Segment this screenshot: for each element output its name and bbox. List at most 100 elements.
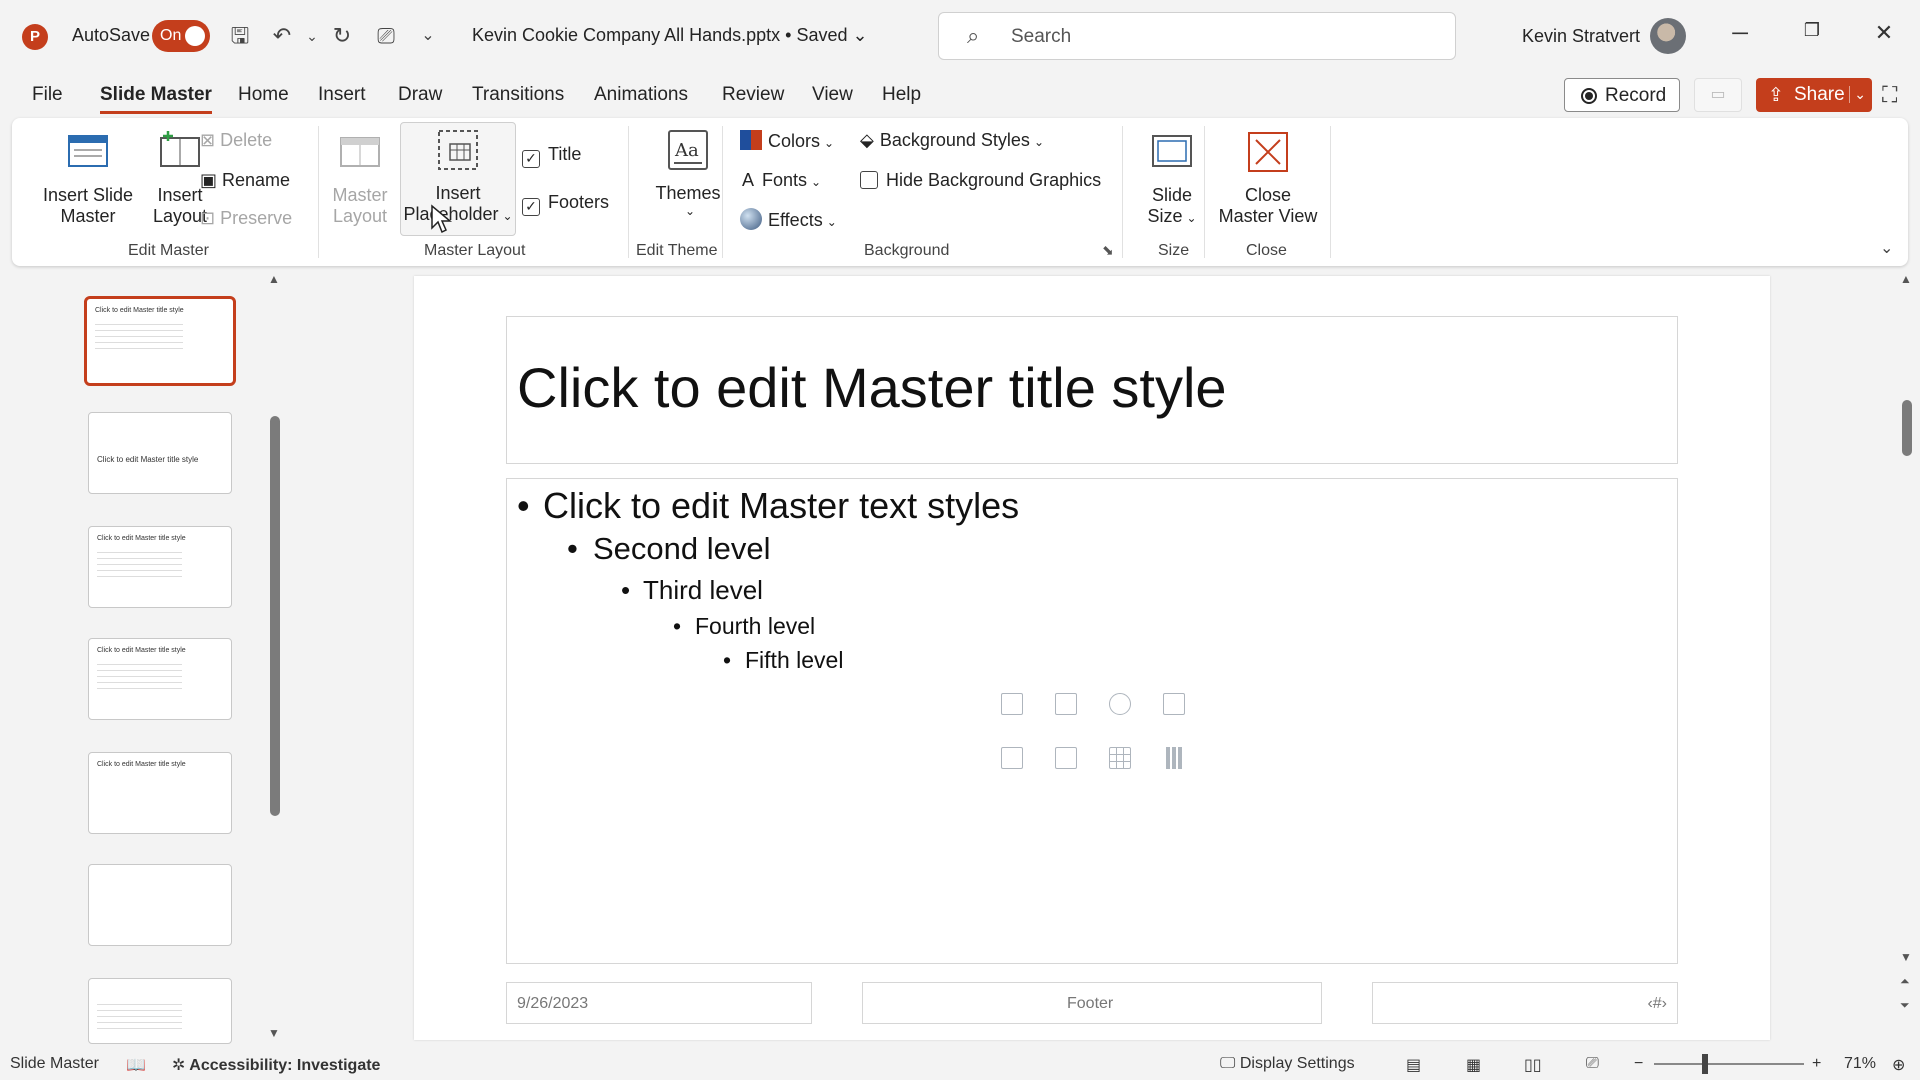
title-placeholder[interactable]: Click to edit Master title style xyxy=(506,316,1678,464)
slide-size-button[interactable]: Slide Size ⌄ xyxy=(1130,130,1214,227)
insert-table-icon[interactable] xyxy=(1109,747,1131,769)
footer-placeholder[interactable]: Footer xyxy=(862,982,1322,1024)
thumbnail-layout-comparison[interactable]: Click to edit Master title style xyxy=(88,638,232,720)
master-layout-button[interactable]: Master Layout xyxy=(328,130,392,227)
search-input[interactable]: Search xyxy=(1011,26,1071,48)
restore-icon[interactable]: ❐ xyxy=(1792,20,1832,52)
share-icon: ⇪ xyxy=(1768,85,1784,106)
record-button[interactable]: Record xyxy=(1564,78,1680,112)
insert-placeholder-button[interactable]: Insert Placeholder ⌄ xyxy=(400,128,516,225)
content-placeholder[interactable]: Click to edit Master text styles Second … xyxy=(506,478,1678,964)
zoom-in-icon[interactable]: + xyxy=(1812,1055,1821,1073)
share-dropdown-icon[interactable]: ⌄ xyxy=(1849,86,1866,103)
insert-icons-icon[interactable] xyxy=(1109,693,1131,715)
mouse-cursor-icon xyxy=(431,204,452,234)
tab-home[interactable]: Home xyxy=(238,84,289,106)
search-icon: ⌕ xyxy=(967,23,980,48)
slideshow-icon[interactable]: ⎚ xyxy=(1586,1055,1599,1073)
share-button[interactable]: ⇪ Share ⌄ xyxy=(1756,78,1872,112)
undo-icon[interactable]: ↶ xyxy=(268,22,296,50)
thumbnail-layout-content[interactable]: Click to edit Master title style xyxy=(88,526,232,608)
thumbnail-layout-title[interactable]: Click to edit Master title style xyxy=(88,412,232,494)
themes-button[interactable]: Aa Themes ⌄ xyxy=(638,128,738,218)
insert-slide-master-button[interactable]: Insert Slide Master xyxy=(30,130,146,227)
background-styles-button[interactable]: ⬙ Background Styles ⌄ xyxy=(860,130,1044,151)
date-placeholder[interactable]: 9/26/2023 xyxy=(506,982,812,1024)
background-group-label: Background xyxy=(864,242,950,259)
thumbnail-master[interactable]: Click to edit Master title style xyxy=(84,296,236,386)
tab-slide-master[interactable]: Slide Master xyxy=(100,84,212,114)
scroll-down-icon[interactable]: ▼ xyxy=(1900,950,1912,964)
record-icon xyxy=(1581,88,1597,104)
user-name[interactable]: Kevin Stratvert xyxy=(1522,26,1640,47)
insert-smartart-icon[interactable] xyxy=(1163,693,1185,715)
thumbnail-layout-title-only[interactable]: Click to edit Master title style xyxy=(88,752,232,834)
close-icon[interactable]: ✕ xyxy=(1864,20,1904,52)
normal-view-icon[interactable]: ▤ xyxy=(1406,1055,1421,1075)
dialog-launcher-icon[interactable]: ⬊ xyxy=(1102,242,1114,259)
redo-icon[interactable]: ↻ xyxy=(328,22,356,50)
pane-scroll-down-icon[interactable]: ▼ xyxy=(268,1026,280,1040)
insert-chart-icon[interactable] xyxy=(1163,747,1185,769)
fit-to-window-icon[interactable]: ⊕ xyxy=(1892,1055,1905,1075)
insert-picture-icon[interactable] xyxy=(1055,693,1077,715)
footers-checkbox[interactable]: ✓ Footers xyxy=(522,192,609,216)
thumbnail-layout-blank[interactable] xyxy=(88,864,232,946)
present-icon[interactable]: ⎚ xyxy=(372,22,400,50)
previous-slide-icon[interactable]: ⏶ xyxy=(1900,974,1910,989)
slide-sorter-icon[interactable]: ▦ xyxy=(1466,1055,1481,1075)
chevron-down-icon: ⌄ xyxy=(826,215,837,229)
close-master-view-button[interactable]: Close Master View xyxy=(1212,130,1324,227)
pane-scroll-up-icon[interactable]: ▲ xyxy=(268,272,280,286)
zoom-slider[interactable] xyxy=(1654,1063,1804,1065)
accessibility-status[interactable]: ✲ Accessibility: Investigate xyxy=(172,1055,380,1075)
effects-button[interactable]: Effects ⌄ xyxy=(740,208,837,231)
customize-toolbar-icon[interactable]: ⌄ xyxy=(414,22,442,50)
close-master-view-label-2: Master View xyxy=(1218,206,1318,226)
fonts-button[interactable]: A Fonts ⌄ xyxy=(742,170,821,191)
tab-draw[interactable]: Draw xyxy=(398,84,442,106)
next-slide-icon[interactable]: ⏷ xyxy=(1900,998,1910,1013)
tab-animations[interactable]: Animations xyxy=(594,84,688,106)
preserve-button[interactable]: ⊡ Preserve xyxy=(200,208,292,229)
search-box[interactable]: ⌕ Search xyxy=(938,12,1456,60)
minimize-icon[interactable]: ─ xyxy=(1720,20,1760,52)
insert-placeholder-label-1: Insert xyxy=(435,183,481,203)
tab-review[interactable]: Review xyxy=(722,84,784,106)
chevron-down-icon: ⌄ xyxy=(684,204,696,218)
comments-button[interactable]: ▭ xyxy=(1694,78,1742,112)
zoom-out-icon[interactable]: − xyxy=(1634,1055,1643,1073)
insert-cameo-icon[interactable] xyxy=(1001,747,1023,769)
zoom-level[interactable]: 71% xyxy=(1844,1055,1876,1073)
autosave-toggle[interactable]: On xyxy=(152,20,210,52)
avatar[interactable] xyxy=(1650,18,1686,54)
reading-view-icon[interactable]: ▯▯ xyxy=(1524,1055,1542,1075)
pane-scrollbar[interactable] xyxy=(270,416,280,816)
hide-background-graphics-checkbox[interactable]: Hide Background Graphics xyxy=(860,170,1101,191)
tab-help[interactable]: Help xyxy=(882,84,921,106)
vertical-scrollbar[interactable] xyxy=(1902,400,1912,456)
insert-stock-image-icon[interactable] xyxy=(1001,693,1023,715)
document-filename[interactable]: Kevin Cookie Company All Hands.pptx • Sa… xyxy=(472,25,868,46)
undo-dropdown-icon[interactable]: ⌄ xyxy=(298,22,326,50)
title-checkbox[interactable]: ✓ Title xyxy=(522,144,581,168)
collapse-ribbon-icon[interactable]: ⌄ xyxy=(1880,238,1893,258)
thumbnail-layout-caption[interactable] xyxy=(88,978,232,1044)
insert-video-icon[interactable] xyxy=(1055,747,1077,769)
tab-view[interactable]: View xyxy=(812,84,853,106)
colors-button[interactable]: Colors ⌄ xyxy=(740,130,834,152)
coauthor-icon[interactable]: ⛶ xyxy=(1882,82,1897,108)
display-settings-button[interactable]: 🖵 Display Settings xyxy=(1220,1055,1355,1073)
notes-book-icon[interactable]: 📖 xyxy=(126,1055,146,1075)
rename-button[interactable]: ▣ Rename xyxy=(200,170,290,191)
save-icon[interactable]: 🖫 xyxy=(226,22,254,50)
tab-file[interactable]: File xyxy=(32,84,63,106)
tab-transitions[interactable]: Transitions xyxy=(472,84,564,106)
scroll-up-icon[interactable]: ▲ xyxy=(1900,272,1912,286)
slide-number-placeholder[interactable]: ‹#› xyxy=(1372,982,1678,1024)
close-group-label: Close xyxy=(1246,242,1287,259)
ribbon-divider xyxy=(1122,126,1123,258)
zoom-slider-thumb[interactable] xyxy=(1702,1054,1708,1074)
tab-insert[interactable]: Insert xyxy=(318,84,366,106)
delete-button[interactable]: ⊠ Delete xyxy=(200,130,272,151)
